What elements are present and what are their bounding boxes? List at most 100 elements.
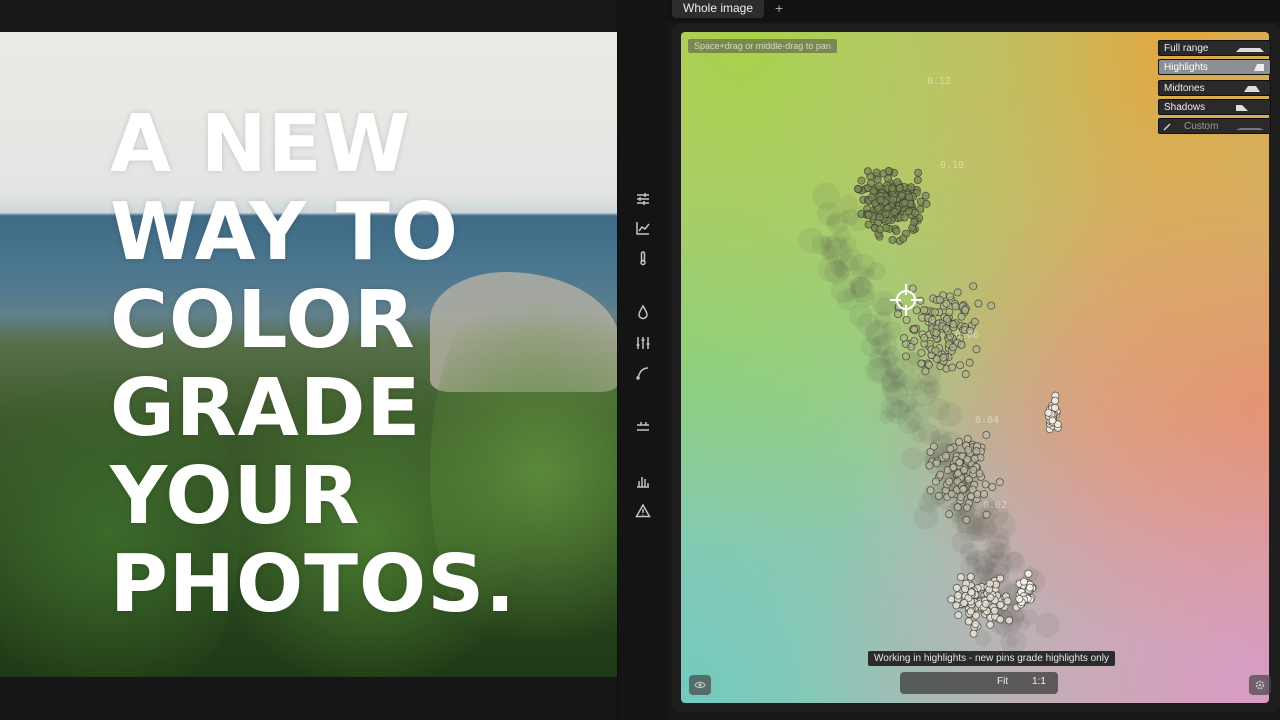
range-full-button[interactable]: Full range bbox=[1158, 40, 1271, 56]
sample-dot bbox=[888, 184, 897, 193]
sample-dot bbox=[932, 329, 941, 338]
sample-haze bbox=[838, 194, 858, 214]
zoom-100-button[interactable]: 1:1 bbox=[1032, 676, 1046, 687]
sample-dot bbox=[902, 352, 911, 361]
sample-dot bbox=[955, 437, 964, 446]
sample-dot bbox=[949, 320, 958, 329]
plot-label: 0.04 bbox=[975, 415, 1000, 426]
status-message: Working in highlights - new pins grade h… bbox=[868, 651, 1115, 666]
sample-dot bbox=[986, 620, 995, 629]
photo-preview: A NEW WAY TO COLOR GRADE YOUR PHOTOS. bbox=[0, 32, 617, 677]
sample-dot bbox=[996, 615, 1005, 624]
drop-icon[interactable] bbox=[630, 301, 656, 323]
sample-dot bbox=[873, 175, 882, 184]
sample-dot bbox=[954, 591, 963, 600]
sample-dot bbox=[857, 176, 866, 185]
sample-dot bbox=[990, 606, 999, 615]
sample-dot bbox=[863, 167, 872, 176]
sample-dot bbox=[922, 199, 931, 208]
sample-dot bbox=[974, 299, 983, 308]
mixer-icon[interactable] bbox=[630, 332, 656, 354]
sample-haze bbox=[965, 551, 980, 566]
sample-haze bbox=[951, 530, 975, 554]
sample-haze bbox=[997, 562, 1010, 575]
sliders-icon[interactable] bbox=[630, 188, 656, 210]
sample-haze bbox=[913, 504, 939, 530]
photo-footer bbox=[0, 677, 617, 720]
sample-haze bbox=[819, 236, 832, 249]
sample-dot bbox=[932, 459, 941, 468]
sample-dot bbox=[972, 447, 981, 456]
sample-dot bbox=[894, 310, 903, 319]
range-shadows-button[interactable]: Shadows bbox=[1158, 99, 1271, 115]
range-curve-icon bbox=[1236, 48, 1264, 52]
sample-dot bbox=[920, 333, 929, 342]
range-midtones-button[interactable]: Midtones bbox=[1158, 80, 1271, 96]
sample-dot bbox=[907, 183, 916, 192]
sample-dot bbox=[1003, 597, 1012, 606]
fit-button[interactable]: Fit bbox=[997, 676, 1008, 687]
sample-dot bbox=[912, 306, 921, 315]
sample-dot bbox=[1024, 569, 1033, 578]
sample-haze bbox=[850, 253, 876, 279]
gear-icon[interactable] bbox=[1249, 675, 1271, 695]
sample-dot bbox=[953, 288, 962, 297]
levels-icon[interactable] bbox=[630, 416, 656, 438]
sample-dot bbox=[936, 470, 945, 479]
sample-dot bbox=[897, 191, 906, 200]
curve-icon[interactable] bbox=[630, 362, 656, 384]
sample-haze bbox=[937, 402, 962, 427]
sample-dot bbox=[917, 359, 926, 368]
sample-dot bbox=[986, 593, 995, 602]
sample-haze bbox=[1035, 612, 1061, 638]
sample-dot bbox=[926, 486, 935, 495]
sample-dot bbox=[917, 348, 926, 357]
sample-dot bbox=[890, 207, 899, 216]
range-highlights-button[interactable]: Highlights bbox=[1158, 59, 1271, 75]
thermometer-icon[interactable] bbox=[630, 247, 656, 269]
sample-dot bbox=[914, 168, 923, 177]
sample-dot bbox=[920, 306, 929, 315]
warning-icon[interactable] bbox=[630, 500, 656, 522]
sample-dot bbox=[884, 167, 893, 176]
sample-haze bbox=[897, 393, 917, 413]
sample-haze bbox=[901, 447, 924, 470]
sample-dot bbox=[955, 458, 964, 467]
sample-dot bbox=[951, 302, 960, 311]
sample-dot bbox=[910, 218, 919, 227]
sample-dot bbox=[987, 301, 996, 310]
histogram-icon[interactable] bbox=[630, 470, 656, 492]
sample-haze bbox=[851, 276, 873, 298]
sample-dot bbox=[956, 492, 965, 501]
sample-dot bbox=[945, 510, 954, 519]
add-tab-button[interactable]: + bbox=[775, 0, 783, 16]
pan-hint: Space+drag or middle-drag to pan bbox=[688, 39, 837, 53]
sample-dot bbox=[962, 515, 971, 524]
sample-dot bbox=[996, 574, 1005, 583]
sample-dot bbox=[982, 430, 991, 439]
sample-dot bbox=[913, 176, 922, 185]
range-label: Highlights bbox=[1164, 62, 1208, 73]
sample-dot bbox=[946, 292, 955, 301]
eyedropper-icon bbox=[1163, 123, 1171, 131]
sample-dot bbox=[965, 358, 974, 367]
sample-dot bbox=[957, 312, 966, 321]
sample-dot bbox=[966, 572, 975, 581]
sample-dot bbox=[867, 193, 876, 202]
sample-haze bbox=[873, 332, 898, 357]
sample-dot bbox=[1048, 416, 1057, 425]
sample-haze bbox=[923, 380, 942, 399]
sample-dot bbox=[875, 213, 884, 222]
sample-dot bbox=[969, 629, 978, 638]
sample-dot bbox=[930, 308, 939, 317]
eye-icon[interactable] bbox=[689, 675, 711, 695]
sample-dot bbox=[910, 337, 919, 346]
sample-dot bbox=[959, 485, 968, 494]
sample-dot bbox=[980, 490, 989, 499]
chart-icon[interactable] bbox=[630, 217, 656, 239]
sample-dot bbox=[960, 466, 969, 475]
sample-dot bbox=[888, 236, 897, 245]
tab-whole-image[interactable]: Whole image bbox=[672, 0, 765, 18]
range-custom-button[interactable]: Custom bbox=[1158, 118, 1271, 134]
sample-dot bbox=[900, 198, 909, 207]
